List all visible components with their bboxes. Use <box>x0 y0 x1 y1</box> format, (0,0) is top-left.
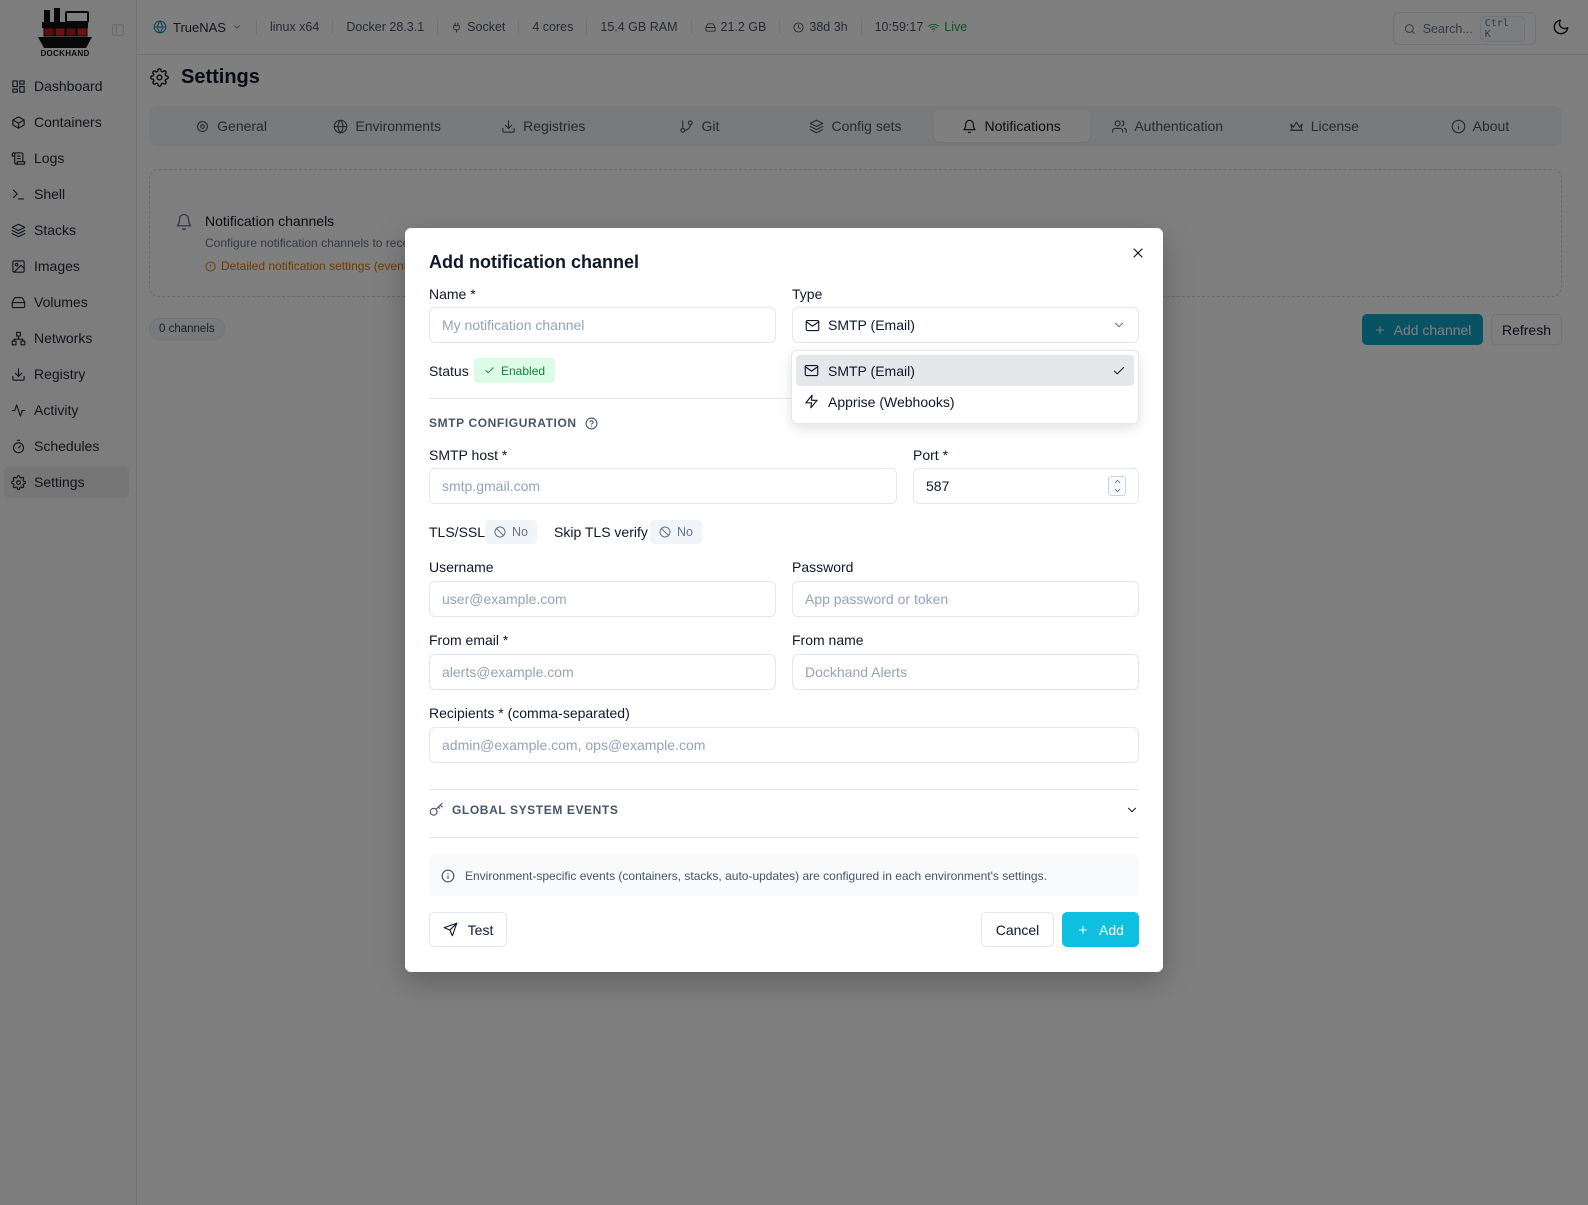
type-select[interactable]: SMTP (Email) <box>792 307 1139 343</box>
tls-label: TLS/SSL <box>429 524 486 540</box>
dialog-title: Add notification channel <box>429 252 639 272</box>
skip-tls-label: Skip TLS verify <box>554 524 648 540</box>
divider <box>429 789 1139 790</box>
type-select-value: SMTP (Email) <box>828 317 915 333</box>
info-text: Environment-specific events (containers,… <box>465 868 1047 883</box>
password-input[interactable] <box>792 581 1139 617</box>
add-button[interactable]: Add <box>1062 912 1139 947</box>
type-option-apprise[interactable]: Apprise (Webhooks) <box>796 386 1134 417</box>
chevron-down-icon <box>1127 807 1137 812</box>
type-dropdown-menu: SMTP (Email) Apprise (Webhooks) <box>791 350 1139 424</box>
type-option-smtp[interactable]: SMTP (Email) <box>796 355 1134 386</box>
zap-icon <box>805 394 818 409</box>
smtp-section-title: SMTP CONFIGURATION <box>429 416 598 430</box>
global-events-label: GLOBAL SYSTEM EVENTS <box>452 802 619 817</box>
tls-value: No <box>512 525 528 539</box>
option-label: SMTP (Email) <box>828 362 915 379</box>
type-label: Type <box>792 286 823 302</box>
cancel-button[interactable]: Cancel <box>981 912 1054 947</box>
from-name-label: From name <box>792 632 864 648</box>
username-input[interactable] <box>429 581 776 617</box>
add-label: Add <box>1099 921 1124 938</box>
status-label: Status <box>429 363 469 379</box>
option-label: Apprise (Webhooks) <box>828 393 955 410</box>
divider <box>429 837 1139 838</box>
environment-events-info: Environment-specific events (containers,… <box>429 855 1139 896</box>
info-icon <box>441 869 455 882</box>
help-circle-icon[interactable] <box>585 417 598 430</box>
status-toggle[interactable]: Enabled <box>474 358 556 383</box>
ban-icon <box>659 526 671 538</box>
port-stepper[interactable] <box>1108 476 1126 496</box>
status-value: Enabled <box>501 363 546 378</box>
username-label: Username <box>429 559 494 575</box>
send-icon <box>443 922 457 937</box>
key-icon <box>429 802 443 816</box>
section-title-text: SMTP CONFIGURATION <box>429 416 577 430</box>
chevron-up-icon <box>1114 480 1120 483</box>
test-label: Test <box>467 921 494 938</box>
add-notification-channel-dialog: Add notification channel Name * Type SMT… <box>405 228 1163 972</box>
name-label: Name * <box>429 286 476 302</box>
test-button[interactable]: Test <box>429 912 507 947</box>
smtp-host-input[interactable] <box>429 468 897 504</box>
mail-icon <box>805 319 820 331</box>
plus-icon <box>1079 925 1088 934</box>
chevron-down-icon <box>1114 489 1120 492</box>
from-email-input[interactable] <box>429 654 776 690</box>
name-input[interactable] <box>429 307 776 343</box>
recipients-input[interactable] <box>429 727 1139 763</box>
from-name-input[interactable] <box>792 654 1139 690</box>
global-events-toggle[interactable]: GLOBAL SYSTEM EVENTS <box>429 802 1139 817</box>
from-email-label: From email * <box>429 632 509 648</box>
recipients-label: Recipients * (comma-separated) <box>429 705 630 721</box>
skip-tls-value: No <box>677 525 693 539</box>
port-label: Port * <box>913 447 949 463</box>
check-icon <box>1113 366 1125 374</box>
skip-tls-toggle[interactable]: No <box>650 520 702 544</box>
close-icon[interactable] <box>1130 245 1146 261</box>
port-input[interactable] <box>913 468 1139 504</box>
ban-icon <box>494 526 506 538</box>
mail-icon <box>804 364 819 377</box>
check-icon <box>485 367 494 374</box>
tls-toggle[interactable]: No <box>485 520 537 544</box>
chevron-down-icon <box>1114 322 1124 328</box>
password-label: Password <box>792 559 854 575</box>
smtp-host-label: SMTP host * <box>429 447 508 463</box>
